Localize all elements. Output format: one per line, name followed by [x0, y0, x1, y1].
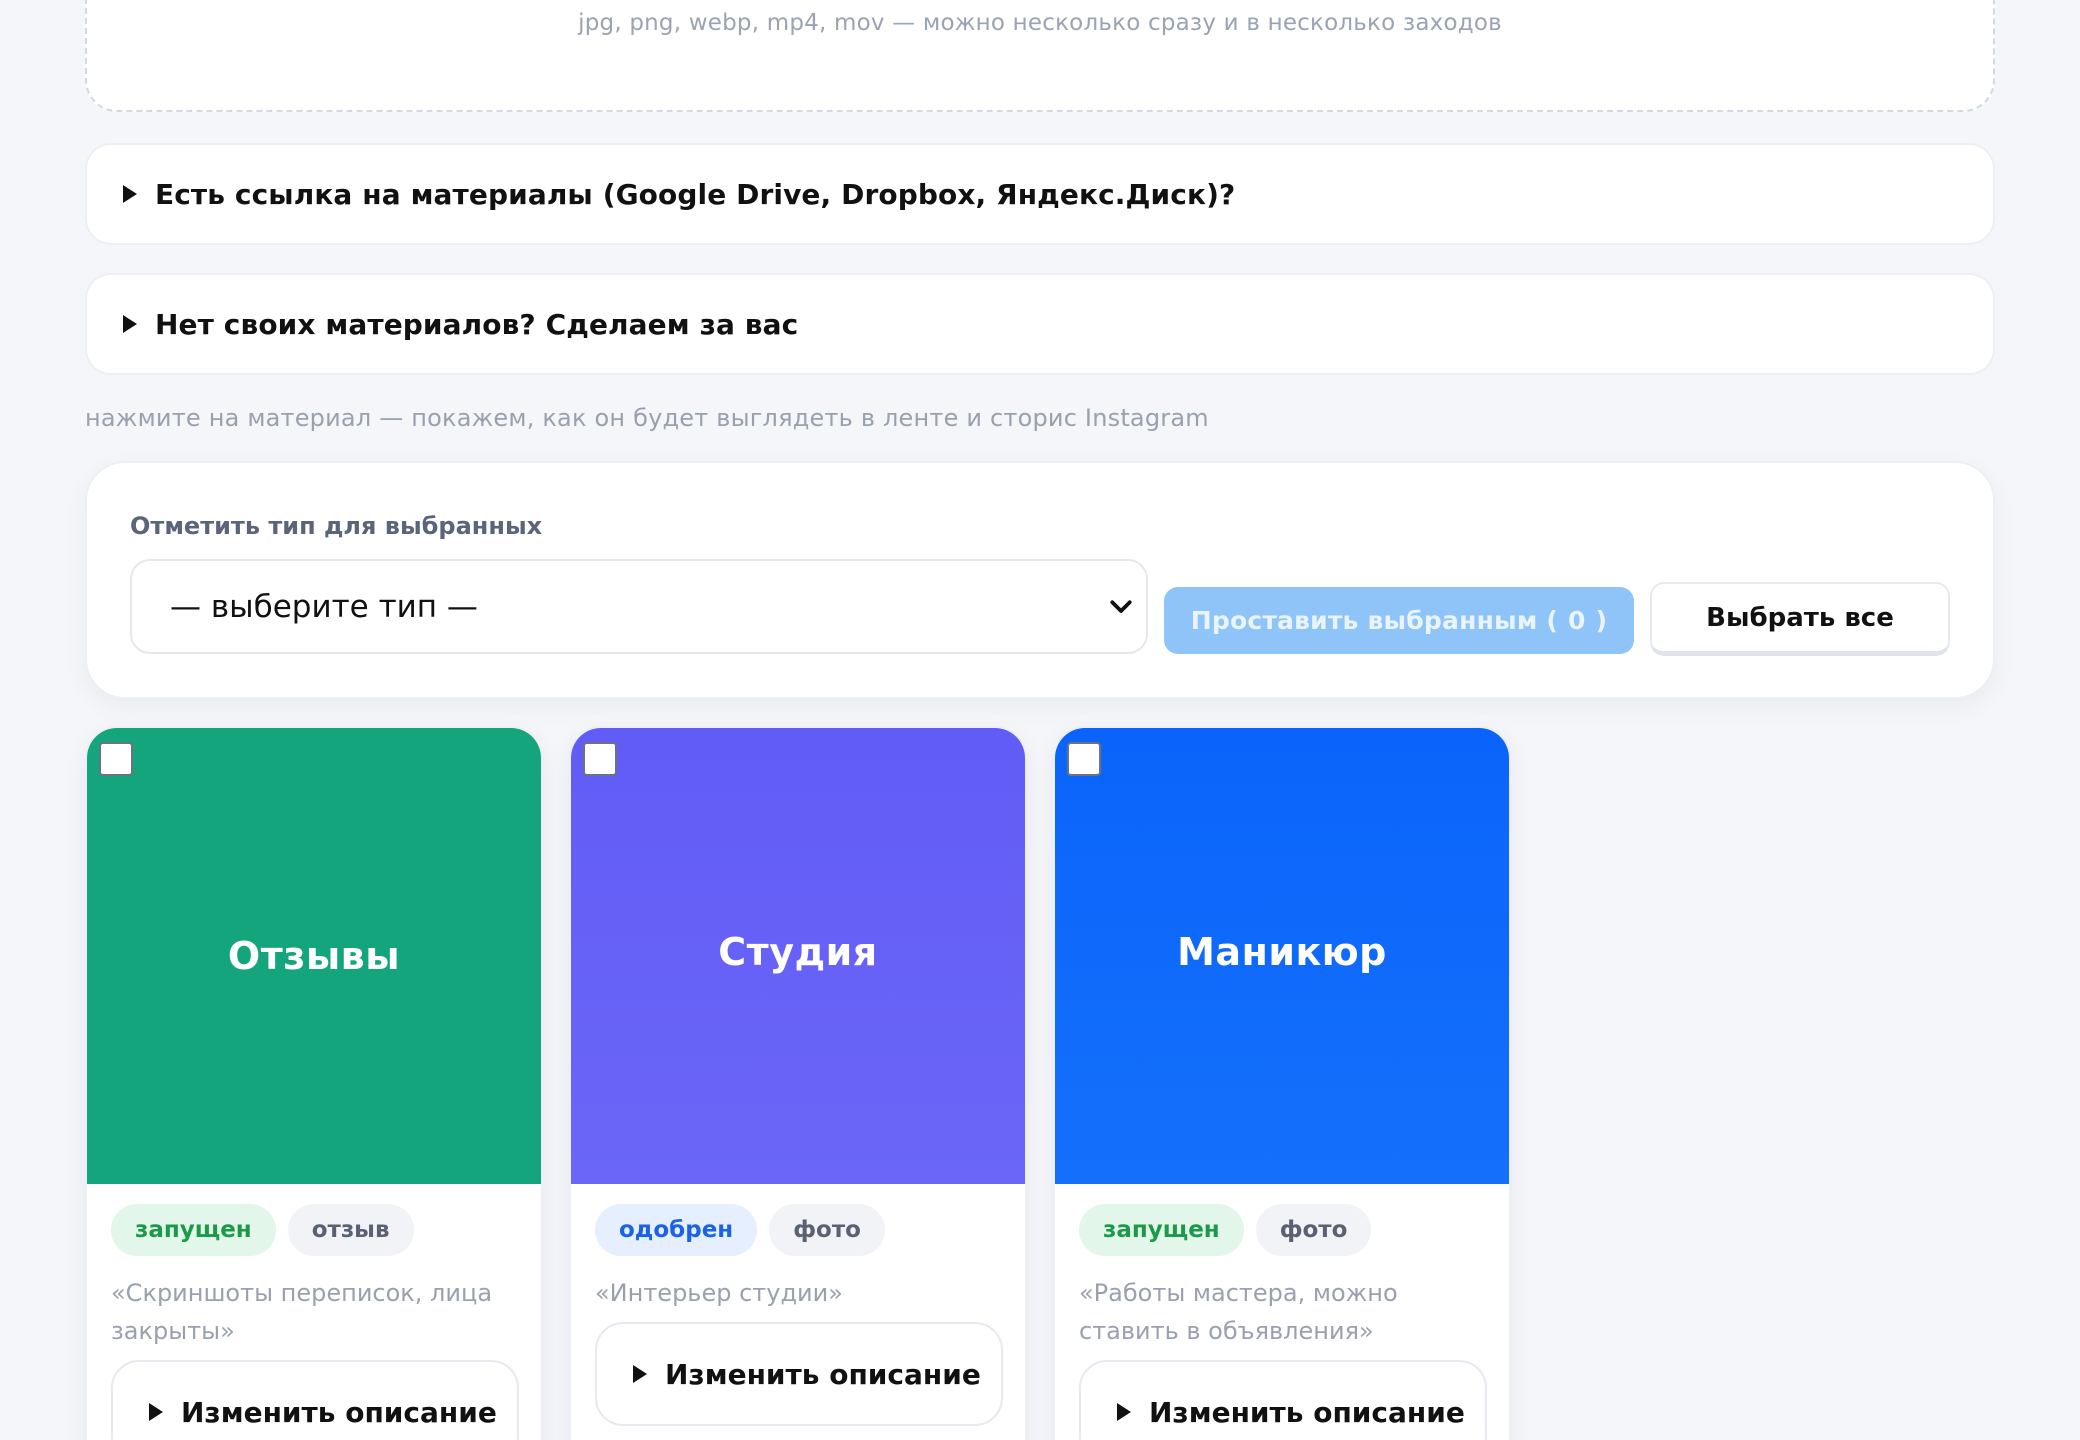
- edit-description-toggle[interactable]: Изменить описание: [595, 1322, 1003, 1426]
- card-cover[interactable]: Отзывы: [87, 728, 541, 1184]
- edit-description-toggle[interactable]: Изменить описание: [111, 1360, 519, 1440]
- type-badge: отзыв: [287, 1204, 414, 1256]
- type-select-value: — выберите тип —: [170, 588, 478, 625]
- type-badge: фото: [769, 1204, 885, 1256]
- disclosure-triangle-icon: [123, 185, 137, 203]
- card-select-checkbox[interactable]: [583, 742, 617, 776]
- disclosure-triangle-icon: [149, 1403, 163, 1421]
- card-title: Маникюр: [1177, 930, 1387, 974]
- card-cover[interactable]: Студия: [571, 728, 1025, 1184]
- card-description: «Интерьер студии»: [595, 1279, 843, 1307]
- card-tags: одобрен фото: [595, 1204, 885, 1256]
- selected-count: 0: [1568, 606, 1586, 635]
- type-select[interactable]: — выберите тип —: [130, 559, 1148, 654]
- card-title: Отзывы: [227, 934, 401, 978]
- chevron-down-icon: [1110, 600, 1132, 613]
- edit-description-label: Изменить описание: [181, 1395, 497, 1429]
- status-badge: запущен: [1079, 1204, 1244, 1256]
- material-card[interactable]: Маникюр запущен фото «Работы мастера, мо…: [1053, 726, 1511, 1440]
- edit-description-toggle[interactable]: Изменить описание: [1079, 1360, 1487, 1440]
- disclosure-triangle-icon: [633, 1365, 647, 1383]
- upload-formats-hint: jpg, png, webp, mp4, mov — можно несколь…: [578, 10, 1502, 36]
- edit-description-label: Изменить описание: [1149, 1395, 1465, 1429]
- apply-button-label: Проставить выбранным (: [1190, 606, 1559, 635]
- accordion-materials-link[interactable]: Есть ссылка на материалы (Google Drive, …: [85, 143, 1995, 245]
- card-tags: запущен отзыв: [111, 1204, 414, 1256]
- status-badge: запущен: [111, 1204, 276, 1256]
- card-tags: запущен фото: [1079, 1204, 1372, 1256]
- status-badge: одобрен: [595, 1204, 758, 1256]
- disclosure-triangle-icon: [1117, 1403, 1131, 1421]
- material-card[interactable]: Студия одобрен фото «Интерьер студии» Из…: [569, 726, 1027, 1440]
- card-cover[interactable]: Маникюр: [1055, 728, 1509, 1184]
- accordion-no-materials[interactable]: Нет своих материалов? Сделаем за вас: [85, 273, 1995, 375]
- apply-to-selected-button[interactable]: Проставить выбранным ( 0 ): [1164, 587, 1634, 654]
- edit-description-label: Изменить описание: [665, 1357, 981, 1391]
- preview-hint: нажмите на материал — покажем, как он бу…: [85, 404, 1209, 432]
- select-all-button[interactable]: Выбрать все: [1650, 582, 1950, 656]
- card-title: Студия: [718, 930, 878, 974]
- apply-button-close: ): [1595, 606, 1608, 635]
- card-select-checkbox[interactable]: [1067, 742, 1101, 776]
- material-card[interactable]: Отзывы запущен отзыв «Скриншоты переписо…: [85, 726, 543, 1440]
- disclosure-triangle-icon: [123, 315, 137, 333]
- type-badge: фото: [1255, 1204, 1372, 1256]
- accordion-no-materials-label: Нет своих материалов? Сделаем за вас: [155, 307, 799, 341]
- accordion-materials-link-label: Есть ссылка на материалы (Google Drive, …: [155, 177, 1236, 211]
- card-description: «Скриншоты переписок, лица закрыты»: [111, 1279, 493, 1345]
- card-select-checkbox[interactable]: [99, 742, 133, 776]
- card-description: «Работы мастера, можно ставить в объявле…: [1079, 1279, 1398, 1345]
- bulk-type-label: Отметить тип для выбранных: [130, 512, 543, 540]
- upload-dropzone[interactable]: jpg, png, webp, mp4, mov — можно несколь…: [85, 0, 1995, 112]
